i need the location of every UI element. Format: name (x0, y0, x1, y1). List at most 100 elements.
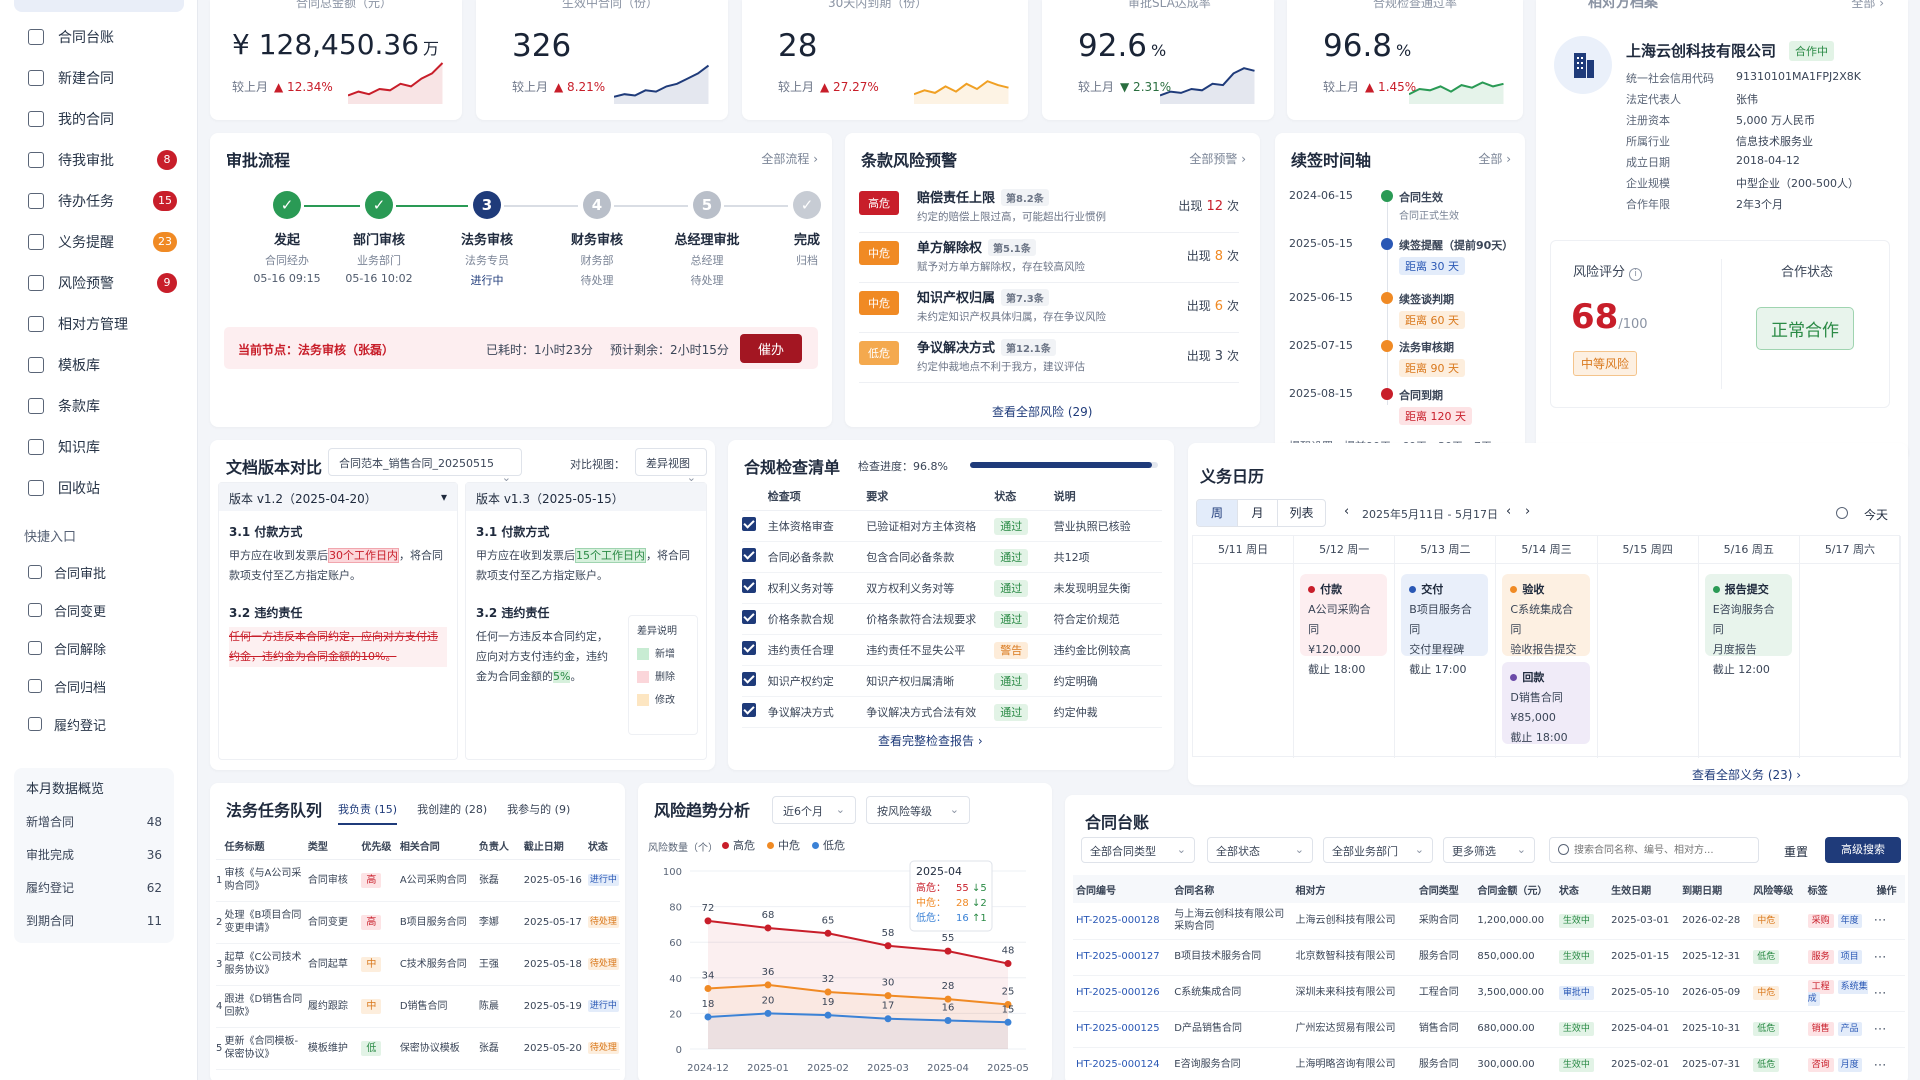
task-tab-1[interactable]: 我创建的 (28) (417, 801, 487, 825)
checkbox-checked-icon[interactable] (742, 641, 756, 655)
quick-item-1[interactable]: 合同变更 (0, 591, 197, 629)
compliance-cell: 营业执照已核验 (1053, 519, 1131, 533)
approval-all-link[interactable]: 全部流程 › (761, 150, 818, 167)
view-week-tab[interactable]: 周 (1197, 500, 1237, 526)
approval-step-4[interactable]: 5 总经理审批 总经理 待处理 (652, 191, 762, 288)
calendar-event[interactable]: 验收C系统集成合同验收报告提交截止 17:30 (1502, 574, 1590, 676)
sidebar-item-2[interactable]: 我的合同 (0, 98, 197, 139)
timeline-item[interactable]: 2025-06-15 续签谈判期 距离 60 天 (1289, 291, 1519, 335)
view-all-risks-link[interactable]: 查看全部风险 (29) (992, 403, 1092, 420)
quick-item-4[interactable]: 履约登记 (0, 705, 197, 743)
view-full-report-link[interactable]: 查看完整检查报告 › (878, 732, 983, 749)
checkbox-checked-icon[interactable] (742, 548, 756, 562)
ledger-filter-2[interactable]: 全部业务部门 ⌄ (1323, 837, 1433, 863)
timeline-item[interactable]: 2024-06-15 合同生效 合同正式生效 (1289, 189, 1519, 233)
calendar-event[interactable]: 报告提交 E咨询服务合同 月度报告 截止 12:00 (1704, 574, 1792, 676)
month-stat-label: 新增合同 (26, 815, 75, 829)
checkbox-checked-icon[interactable] (742, 672, 756, 686)
calendar-event[interactable]: 交付 B项目服务合同 交付里程碑 截止 17:00 (1401, 574, 1489, 676)
checkbox-checked-icon[interactable] (742, 610, 756, 624)
month-stat-value: 11 (146, 913, 162, 928)
quick-item-0[interactable]: 合同审批 (0, 553, 197, 591)
task-row[interactable]: 5 更新《合同模板-保密协议》 模板维护 低 保密协议模板 张磊 2025-05-20 待处理 (216, 1027, 620, 1069)
sidebar-item-5[interactable]: 义务提醒 23 (0, 221, 197, 262)
ledger-row[interactable]: HT-2025-000125 D产品销售合同 广州宏达贸易有限公司 销售合同 680,0… (1073, 1011, 1905, 1047)
sidebar-item-1[interactable]: 新建合同 (0, 57, 197, 98)
task-row[interactable]: 1 审核《与A公司采购合同》 合同审核 高 A公司采购合同 张磊 2025-05-16 进行中 (216, 859, 620, 901)
calendar-day-column[interactable]: 5/11 周日 (1193, 536, 1295, 758)
task-tab-2[interactable]: 我参与的 (9) (507, 801, 570, 825)
calendar-day-column[interactable]: 5/15 周四 (1597, 536, 1699, 758)
more-actions-icon[interactable]: ⋯ (1874, 1047, 1905, 1080)
timeline-item[interactable]: 2025-08-15 合同到期 距离 120 天 (1289, 387, 1519, 431)
reset-button[interactable]: 重置 (1784, 843, 1808, 860)
quick-item-2[interactable]: 合同解除 (0, 629, 197, 667)
risk-alert-row[interactable]: 中危 单方解除权 第5.1条 赋予对方单方解除权，存在较高风险 出现 8 次 (859, 233, 1239, 283)
sidebar-item-8[interactable]: 模板库 (0, 344, 197, 385)
risk-alert-row[interactable]: 中危 知识产权归属 第7.3条 未约定知识产权具体归属，存在争议风险 出现 6 次 (859, 283, 1239, 333)
today-button[interactable]: 今天 (1864, 506, 1888, 523)
ledger-filter-1[interactable]: 全部状态 ⌄ (1207, 837, 1313, 863)
contract-number-link[interactable]: HT-2025-000126 (1076, 987, 1160, 998)
contract-number-link[interactable]: HT-2025-000125 (1076, 1023, 1160, 1034)
sidebar-item-11[interactable]: 回收站 (0, 467, 197, 508)
view-list-tab[interactable]: 列表 (1277, 500, 1325, 526)
ledger-search[interactable] (1549, 837, 1759, 863)
more-actions-icon[interactable]: ⋯ (1874, 939, 1905, 975)
version-left-select[interactable]: 版本 v1.2（2025-04-20） ▾ (219, 483, 457, 511)
checkbox-checked-icon[interactable] (742, 579, 756, 593)
task-tab-0[interactable]: 我负责 (15) (338, 801, 398, 825)
timeline-item[interactable]: 2025-05-15 续签提醒（提前90天） 距离 30 天 (1289, 237, 1519, 281)
contract-number-link[interactable]: HT-2025-000124 (1076, 1059, 1160, 1070)
more-actions-icon[interactable]: ⋯ (1874, 903, 1905, 939)
advanced-search-button[interactable]: 高级搜索 (1825, 837, 1901, 863)
sidebar-item-7[interactable]: 相对方管理 (0, 303, 197, 344)
task-row[interactable]: 2 处理《B项目合同变更申请》 合同变更 高 B项目服务合同 李娜 2025-05-17 待处… (216, 901, 620, 943)
risk-alert-row[interactable]: 低危 争议解决方式 第12.1条 约定仲裁地点不利于我方，建议评估 出现 3 次 (859, 333, 1239, 383)
ledger-row[interactable]: HT-2025-000124 E咨询服务合同 上海明略咨询有限公司 服务合同 300,0… (1073, 1047, 1905, 1080)
prev-range-icon[interactable]: ‹ (1344, 504, 1349, 519)
timeline-item[interactable]: 2025-07-15 法务审核期 距离 90 天 (1289, 339, 1519, 383)
task-row[interactable]: 4 跟进《D销售合同回款》 履约跟踪 中 D销售合同 陈晨 2025-05-19 进行中 (216, 985, 620, 1027)
doc-file-select[interactable]: 合同范本_销售合同_20250515 ⌄ (328, 448, 522, 484)
calendar-day-column[interactable]: 5/17 周六 (1799, 536, 1901, 758)
ledger-row[interactable]: HT-2025-000127 B项目技术服务合同 北京数智科技有限公司 服务合同 850… (1073, 939, 1905, 975)
ledger-cell: 2025-03-01 (1611, 914, 1670, 926)
checkbox-checked-icon[interactable] (742, 703, 756, 717)
view-month-tab[interactable]: 月 (1237, 500, 1277, 526)
more-actions-icon[interactable]: ⋯ (1874, 1011, 1905, 1047)
task-row[interactable]: 3 起草《C公司技术服务协议》 合同起草 中 C技术服务合同 王强 2025-05-18 待处… (216, 943, 620, 985)
approval-step-2[interactable]: 3 法务审核 法务专员 进行中 (432, 191, 542, 288)
urge-button[interactable]: 催办 (739, 334, 802, 363)
risk-alert-row[interactable]: 高危 赔偿责任上限 第8.2条 约定的赔偿上限过高，可能超出行业惯例 出现 12 次 (859, 183, 1239, 233)
counterparty-all-link[interactable]: 全部 › (1851, 0, 1884, 11)
ledger-filter-0[interactable]: 全部合同类型 ⌄ (1081, 837, 1195, 863)
ledger-row[interactable]: HT-2025-000126 C系统集成合同 深圳未来科技有限公司 工程合同 3,500… (1073, 975, 1905, 1011)
sidebar-item-6[interactable]: 风险预警 9 (0, 262, 197, 303)
risk-all-alerts-link[interactable]: 全部预警 › (1189, 150, 1246, 167)
timeline-all-link[interactable]: 全部 › (1478, 150, 1511, 167)
sidebar-item-10[interactable]: 知识库 (0, 426, 197, 467)
view-all-obligations-link[interactable]: 查看全部义务 (23) › (1692, 766, 1801, 783)
calendar-event[interactable]: 回款 D销售合同 ¥85,000 截止 18:00 (1502, 662, 1590, 744)
ledger-search-input[interactable] (1574, 842, 1752, 858)
approval-step-1[interactable]: ✓ 部门审核 业务部门 05-16 10:02 (324, 191, 434, 285)
checkbox-checked-icon[interactable] (742, 517, 756, 531)
calendar-event[interactable]: 付款 A公司采购合同 ¥120,000 截止 18:00 (1300, 574, 1388, 676)
sidebar-item-4[interactable]: 待办任务 15 (0, 180, 197, 221)
contract-number-link[interactable]: HT-2025-000127 (1076, 951, 1160, 962)
sidebar-item-9[interactable]: 条款库 (0, 385, 197, 426)
next-week-icon[interactable]: › (1525, 504, 1530, 519)
quick-item-3[interactable]: 合同归档 (0, 667, 197, 705)
level-select[interactable]: 按风险等级 ⌄ (866, 796, 970, 824)
ledger-row[interactable]: HT-2025-000128 与上海云创科技有限公司采购合同 上海云创科技有限公司 采… (1073, 903, 1905, 939)
ledger-filter-3[interactable]: 更多筛选 ⌄ (1443, 837, 1535, 863)
sidebar-item-3[interactable]: 待我审批 8 (0, 139, 197, 180)
compare-view-select[interactable]: 差异视图 ⌄ (635, 448, 707, 484)
range-select[interactable]: 近6个月 ⌄ (772, 796, 856, 824)
contract-number-link[interactable]: HT-2025-000128 (1076, 915, 1160, 926)
more-actions-icon[interactable]: ⋯ (1874, 975, 1905, 1011)
sidebar-item-0[interactable]: 合同台账 (0, 16, 197, 57)
approval-step-3[interactable]: 4 财务审核 财务部 待处理 (542, 191, 652, 288)
prev-week-icon[interactable]: ‹ (1506, 504, 1511, 519)
